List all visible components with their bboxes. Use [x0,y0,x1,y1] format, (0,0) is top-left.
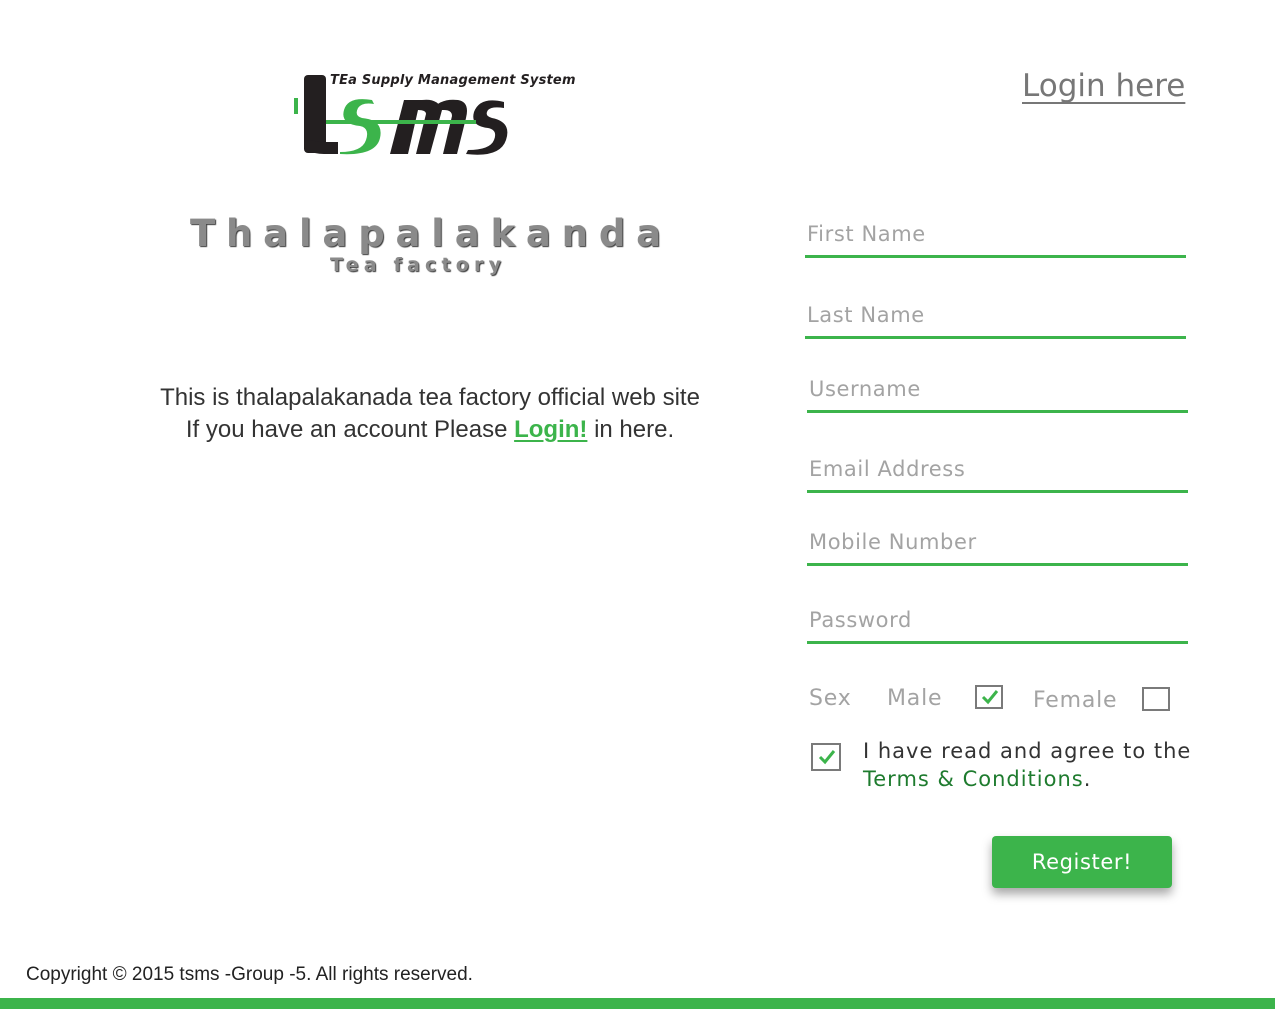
intro-line-2-after: in here. [587,416,675,443]
password-field-wrap [807,604,1188,644]
first-name-input[interactable] [805,218,1186,258]
female-label: Female [1033,688,1118,713]
registration-page: TEa Supply Management System Login here … [0,0,1280,1024]
register-button[interactable]: Register! [992,836,1172,888]
mobile-field-wrap [807,526,1188,566]
intro-line-2-before: If you have an account Please [185,416,515,443]
last-name-input[interactable] [805,299,1186,339]
login-here-link[interactable]: Login here [1022,68,1185,104]
first-name-field-wrap [805,218,1186,258]
factory-name: Thalapalakanda [190,212,672,255]
terms-text: I have read and agree to the Terms & Con… [863,737,1193,793]
copyright-text: Copyright © 2015 tsms -Group -5. All rig… [26,964,473,985]
terms-conditions-link[interactable]: Terms & Conditions [863,767,1084,791]
check-icon [981,690,999,705]
factory-subtitle: Tea factory [330,254,507,276]
intro-line-2: If you have an account Please Login! in … [130,414,730,446]
username-field-wrap [807,373,1188,413]
email-field-wrap [807,453,1188,493]
tsms-logo: TEa Supply Management System [290,70,580,165]
check-icon [818,750,836,765]
footer-bar [0,998,1275,1009]
terms-text-after: . [1083,767,1092,791]
male-checkbox[interactable] [975,685,1003,709]
mobile-input[interactable] [807,526,1188,566]
email-input[interactable] [807,453,1188,493]
last-name-field-wrap [805,299,1186,339]
intro-line-1: This is thalapalakanada tea factory offi… [160,384,700,411]
username-input[interactable] [807,373,1188,413]
female-checkbox[interactable] [1142,687,1170,711]
sex-label: Sex [809,686,852,711]
login-link[interactable]: Login! [514,416,587,443]
password-input[interactable] [807,604,1188,644]
terms-text-before: I have read and agree to the [863,739,1192,763]
male-label: Male [887,686,943,711]
logo-tagline: TEa Supply Management System [330,73,576,88]
intro-text: This is thalapalakanada tea factory offi… [130,382,730,446]
agree-terms-checkbox[interactable] [811,743,841,771]
